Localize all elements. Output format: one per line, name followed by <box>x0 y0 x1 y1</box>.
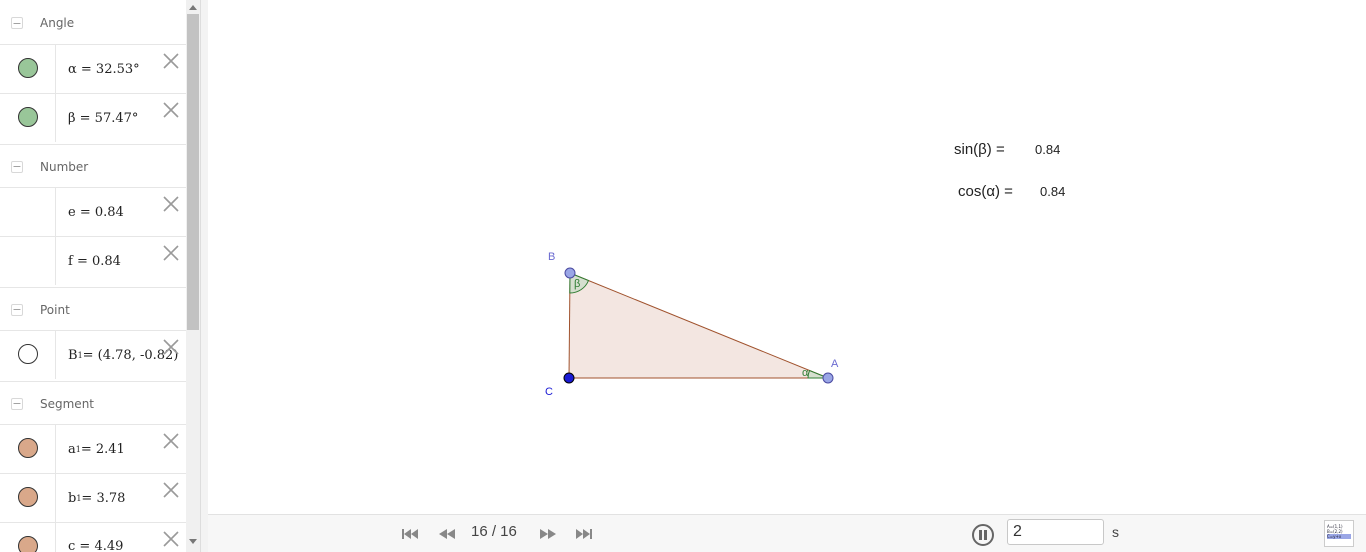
angle-label-alpha: α <box>802 367 809 379</box>
delete-icon[interactable] <box>161 529 181 549</box>
algebra-item-b1-segment[interactable]: b1 = 3.78 <box>0 473 186 522</box>
collapse-toggle[interactable]: − <box>11 160 23 173</box>
group-header-number[interactable]: − Number <box>0 144 186 188</box>
group-label-angle: Angle <box>40 16 75 30</box>
delete-icon[interactable] <box>161 480 181 500</box>
sin-beta-value: 0.84 <box>1035 142 1061 157</box>
point-b[interactable] <box>564 267 576 279</box>
cos-alpha-label: cos(α) = <box>958 183 1013 200</box>
scroll-down-arrow-icon[interactable] <box>189 539 197 544</box>
algebra-item-alpha[interactable]: α = 32.53° <box>0 44 186 93</box>
item-text-f[interactable]: f = 0.84 <box>68 237 121 285</box>
collapse-toggle[interactable]: − <box>11 17 23 29</box>
visibility-toggle-a1[interactable] <box>18 438 38 458</box>
next-step-icon[interactable] <box>538 526 558 542</box>
algebra-scrollbar[interactable] <box>186 0 200 552</box>
scroll-up-arrow-icon[interactable] <box>189 5 197 10</box>
delete-icon[interactable] <box>161 243 181 263</box>
group-header-angle[interactable]: − Angle <box>0 1 186 45</box>
delete-icon[interactable] <box>161 194 181 214</box>
collapse-toggle[interactable]: − <box>11 397 23 410</box>
group-header-point[interactable]: − Point <box>0 287 186 331</box>
delete-icon[interactable] <box>161 100 181 120</box>
pause-button[interactable] <box>972 524 994 546</box>
algebra-view: − Angle α = 32.53° β = 57.47° − Number e… <box>0 0 186 552</box>
group-label-point: Point <box>40 302 70 317</box>
first-step-icon[interactable] <box>400 526 420 542</box>
cos-alpha-value: 0.84 <box>1040 184 1066 199</box>
last-step-icon[interactable] <box>574 526 594 542</box>
angle-label-beta: β <box>574 278 581 290</box>
scroll-thumb[interactable] <box>187 14 199 330</box>
play-speed-input[interactable] <box>1007 519 1104 545</box>
group-header-segment[interactable]: − Segment <box>0 381 186 425</box>
item-text-beta[interactable]: β = 57.47° <box>68 94 138 142</box>
pause-icon <box>979 530 987 540</box>
collapse-toggle[interactable]: − <box>11 303 23 316</box>
point-label-c: C <box>545 386 553 398</box>
delete-icon[interactable] <box>161 337 181 357</box>
algebra-item-c[interactable]: c = 4.49 <box>0 522 186 552</box>
point-label-b: B <box>548 251 556 263</box>
point-a[interactable] <box>822 372 834 384</box>
algebra-item-b1[interactable]: B1 = (4.78, -0.82) <box>0 330 186 379</box>
visibility-toggle-b1-segment[interactable] <box>18 487 38 507</box>
construction-canvas[interactable] <box>208 0 1366 514</box>
delete-icon[interactable] <box>161 51 181 71</box>
algebra-item-e[interactable]: e = 0.84 <box>0 187 186 236</box>
visibility-toggle-b1[interactable] <box>18 344 38 364</box>
item-text-b1-segment[interactable]: b1 = 3.78 <box>68 474 125 522</box>
algebra-item-a1[interactable]: a1 = 2.41 <box>0 424 186 473</box>
item-text-e[interactable]: e = 0.84 <box>68 188 124 236</box>
delete-icon[interactable] <box>161 431 181 451</box>
point-label-a: A <box>831 358 839 370</box>
graphics-view[interactable]: B A C β α sin(β) = 0.84 cos(α) = 0.84 <box>208 0 1366 514</box>
panel-divider[interactable] <box>200 0 208 552</box>
item-text-c[interactable]: c = 4.49 <box>68 522 123 552</box>
speed-unit-label: s <box>1112 524 1119 540</box>
step-counter: 16 / 16 <box>471 523 517 540</box>
sin-beta-label: sin(β) = <box>954 141 1005 158</box>
algebra-item-beta[interactable]: β = 57.47° <box>0 93 186 142</box>
visibility-toggle-beta[interactable] <box>18 107 38 127</box>
group-label-number: Number <box>40 159 89 174</box>
group-label-segment: Segment <box>40 396 94 411</box>
construction-protocol-navigation: 16 / 16 s A=(1,1) B=(2,2) C=y+x <box>208 514 1366 552</box>
input-bar-toggle-icon[interactable]: A=(1,1) B=(2,2) C=y+x <box>1324 520 1354 547</box>
item-text-a1[interactable]: a1 = 2.41 <box>68 425 125 473</box>
visibility-toggle-alpha[interactable] <box>18 58 38 78</box>
visibility-toggle-c[interactable] <box>18 536 38 552</box>
point-c[interactable] <box>563 372 575 384</box>
item-text-alpha[interactable]: α = 32.53° <box>68 45 140 93</box>
previous-step-icon[interactable] <box>437 526 457 542</box>
algebra-item-f[interactable]: f = 0.84 <box>0 236 186 285</box>
